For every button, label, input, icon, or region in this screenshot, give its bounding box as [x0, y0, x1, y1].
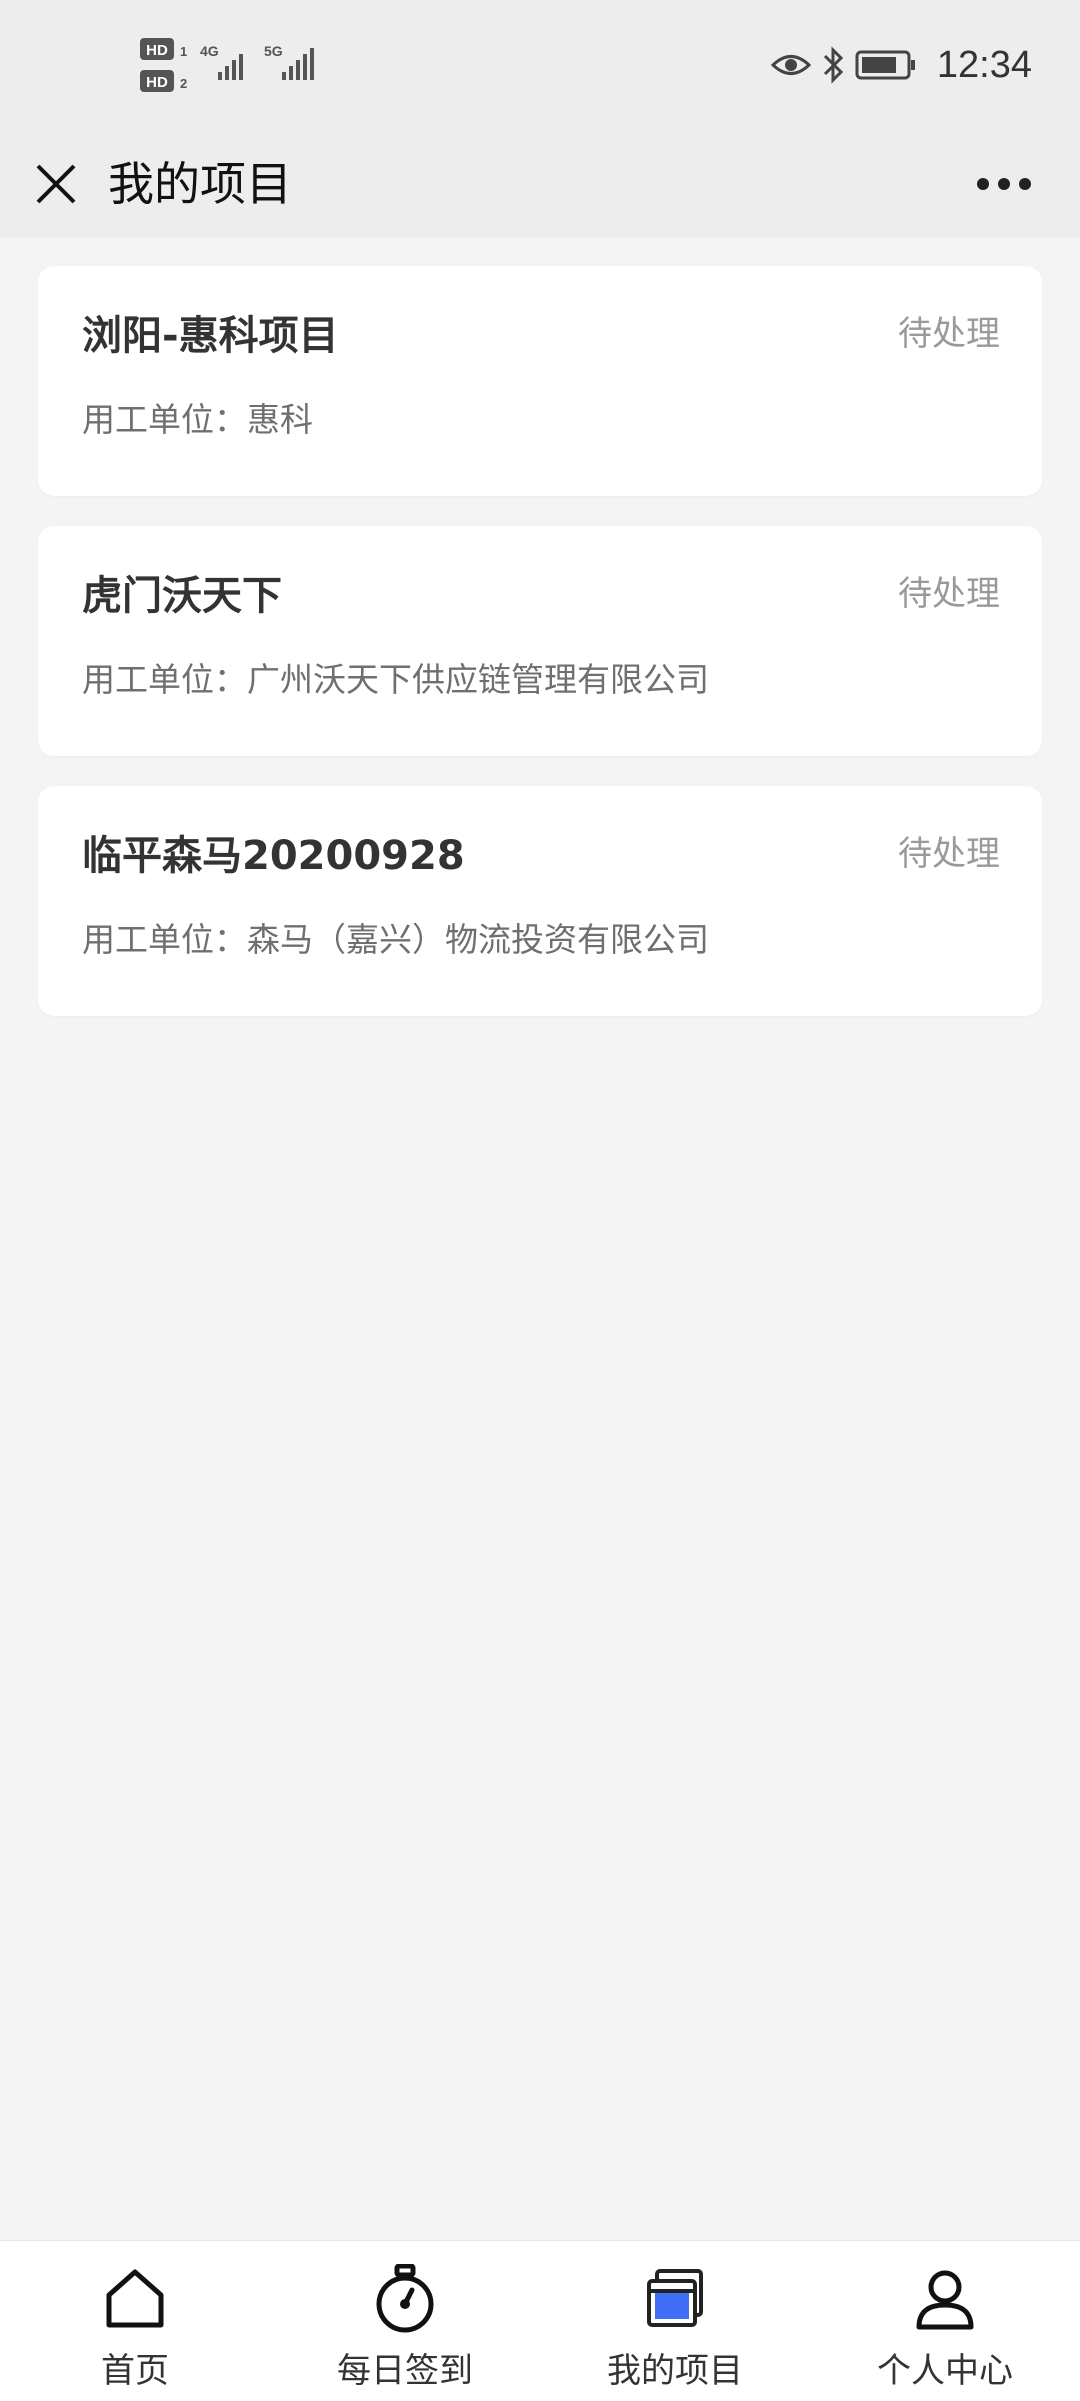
user-icon [916, 2270, 974, 2330]
status-bar: HD 1 HD 2 4G 5G 12:34 [0, 0, 1080, 130]
project-card[interactable]: 浏阳-惠科项目 待处理 用工单位：惠科 [38, 266, 1042, 496]
tab-label: 每日签到 [337, 2351, 473, 2391]
tab-checkin[interactable]: 每日签到 [270, 2241, 540, 2401]
project-company: 用工单位：森马（嘉兴）物流投资有限公司 [82, 920, 709, 959]
status-right: 12:34 [770, 40, 1032, 90]
project-title: 虎门沃天下 [82, 573, 282, 619]
project-list: 浏阳-惠科项目 待处理 用工单位：惠科 虎门沃天下 待处理 用工单位：广州沃天下… [38, 266, 1042, 1046]
home-icon [106, 2269, 164, 2328]
nav-bar: 我的项目 [0, 130, 1080, 238]
svg-text:HD: HD [146, 42, 168, 59]
close-icon [36, 164, 76, 204]
bluetooth-icon [823, 46, 844, 84]
project-status: 待处理 [898, 574, 1000, 614]
svg-text:2: 2 [180, 76, 187, 91]
tab-label: 个人中心 [877, 2351, 1013, 2391]
svg-text:5G: 5G [264, 43, 283, 59]
more-button[interactable] [964, 154, 1044, 214]
project-company: 用工单位：广州沃天下供应链管理有限公司 [82, 660, 709, 699]
project-card[interactable]: 临平森马20200928 待处理 用工单位：森马（嘉兴）物流投资有限公司 [38, 786, 1042, 1016]
page-title: 我的项目 [108, 157, 292, 211]
project-status: 待处理 [898, 314, 1000, 354]
stopwatch-icon [376, 2264, 434, 2333]
tab-bar: 首页 每日签到 我的项目 个人中心 [0, 2240, 1080, 2401]
tab-label: 我的项目 [607, 2351, 743, 2391]
eye-icon [770, 55, 811, 75]
project-title: 临平森马20200928 [82, 833, 465, 879]
svg-text:4G: 4G [200, 43, 219, 59]
svg-text:1: 1 [180, 44, 187, 59]
projects-icon [647, 2269, 703, 2327]
status-time: 12:34 [936, 43, 1032, 86]
tab-home[interactable]: 首页 [0, 2241, 270, 2401]
battery-icon [855, 50, 915, 80]
more-icon [977, 178, 1031, 190]
project-status: 待处理 [898, 834, 1000, 874]
tab-profile[interactable]: 个人中心 [810, 2241, 1080, 2401]
project-card[interactable]: 虎门沃天下 待处理 用工单位：广州沃天下供应链管理有限公司 [38, 526, 1042, 756]
signal-indicators: HD 1 HD 2 4G 5G [140, 38, 314, 92]
tab-label: 首页 [101, 2351, 169, 2391]
svg-text:HD: HD [146, 74, 168, 91]
tab-my-projects[interactable]: 我的项目 [540, 2241, 810, 2401]
project-title: 浏阳-惠科项目 [82, 313, 339, 359]
project-company: 用工单位：惠科 [82, 400, 313, 439]
close-button[interactable] [24, 152, 88, 216]
